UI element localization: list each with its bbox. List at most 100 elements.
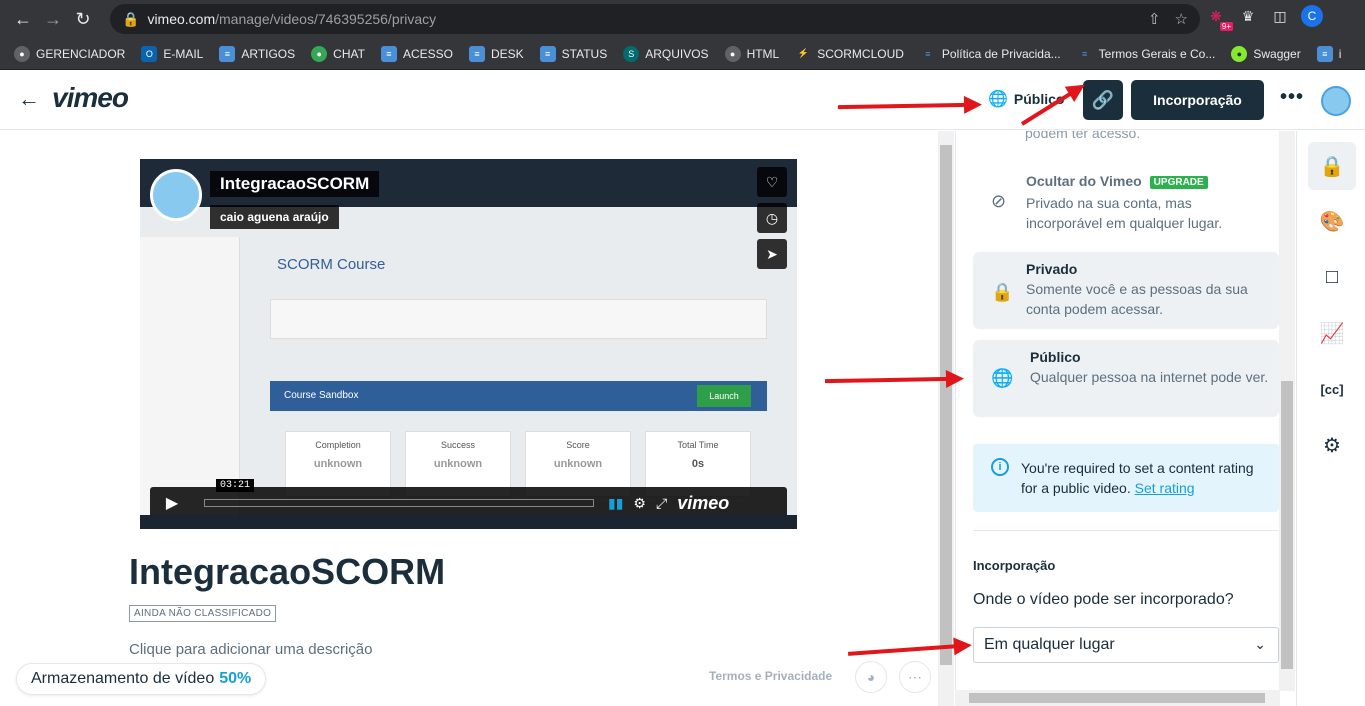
bookmark-item[interactable]: ⚡ SCORMCLOUD <box>795 46 904 62</box>
rail-settings-gear-icon[interactable]: ⚙ <box>1308 421 1356 469</box>
lock-icon: 🔒 <box>122 10 140 27</box>
bookmark-item[interactable]: ≡ i <box>1316 45 1341 62</box>
card-label: Total Time <box>677 440 719 450</box>
main-scrollbar[interactable] <box>938 131 954 706</box>
card-label: Score <box>566 440 590 450</box>
url-path: /manage/videos/746395256/privacy <box>215 11 437 27</box>
bookmark-item[interactable]: ● Swagger <box>1231 45 1301 62</box>
eye-slash-icon: ⊘ <box>991 191 1007 211</box>
globe-icon: 🌐 <box>991 368 1014 388</box>
video-frame-launch: Launch <box>697 385 751 407</box>
option-title: Privado <box>1026 261 1078 277</box>
browser-forward-icon[interactable]: → <box>38 4 68 34</box>
card-value: 0s <box>691 458 705 470</box>
more-dots-icon[interactable]: ⋯ <box>899 661 931 693</box>
compass-icon[interactable]: ◕ <box>855 661 887 693</box>
storage-indicator[interactable]: Armazenamento de vídeo 50% <box>16 663 267 695</box>
panel-horizontal-thumb[interactable] <box>969 693 1265 703</box>
extension-badge-icon[interactable]: ❋ 9+ <box>1205 5 1233 31</box>
profile-avatar[interactable]: C <box>1301 5 1323 27</box>
content-rating-notice: i You're required to set a content ratin… <box>973 444 1279 512</box>
user-avatar[interactable] <box>1321 86 1351 116</box>
video-player[interactable]: SCORM Course Course Sandbox Launch Compl… <box>140 159 797 529</box>
volume-icon[interactable]: ▮▮ <box>608 495 623 512</box>
bookmark-item[interactable]: O E-MAIL <box>141 45 204 62</box>
doc-icon: ≡ <box>539 45 556 62</box>
more-options-icon[interactable]: ••• <box>1280 86 1304 109</box>
bookmark-label: Termos Gerais e Co... <box>1098 46 1216 61</box>
bookmark-item[interactable]: ≡ DESK <box>468 45 524 62</box>
privacy-option-public[interactable]: 🌐 Público Qualquer pessoa na internet po… <box>973 340 1279 417</box>
terms-link[interactable]: Termos e Privacidade <box>709 669 832 683</box>
rail-privacy-lock-icon[interactable]: 🔒 <box>1308 142 1356 190</box>
browser-back-icon[interactable]: ← <box>8 4 38 34</box>
sidebar-toggle-icon[interactable]: ◫ <box>1269 5 1291 27</box>
option-title: Público <box>1030 349 1081 365</box>
bookmark-label: STATUS <box>561 46 608 61</box>
lock-icon: 🔒 <box>991 282 1014 302</box>
extension-badge-count: 9+ <box>1219 22 1233 31</box>
bookmark-item[interactable]: ● GERENCIADOR <box>14 45 126 62</box>
bookmark-item[interactable]: ≡ Política de Privacida... <box>920 46 1061 62</box>
set-rating-link[interactable]: Set rating <box>1135 480 1195 496</box>
bookmark-item[interactable]: ≡ ACESSO <box>380 45 453 62</box>
main-scrollbar-thumb[interactable] <box>940 145 952 665</box>
puzzle-icon[interactable]: ♛ <box>1237 5 1259 27</box>
doc-icon: ≡ <box>380 45 397 62</box>
rail-captions-icon[interactable]: [cc] <box>1308 365 1356 413</box>
embed-question: Onde o vídeo pode ser incorporado? <box>973 591 1234 608</box>
globe-icon: ● <box>724 45 741 62</box>
bookmark-item[interactable]: ≡ ARTIGOS <box>219 45 296 62</box>
bookmarks-bar: ● GERENCIADOR O E-MAIL ≡ ARTIGOS ● CHAT ≡ ACE… <box>0 38 1365 70</box>
player-author[interactable]: caio aguena araújo <box>210 205 339 229</box>
bookmark-label: E-MAIL <box>163 46 204 61</box>
option-title: Ocultar do Vimeo UPGRADE <box>1026 173 1208 189</box>
bookmark-label: GERENCIADOR <box>36 46 126 61</box>
address-bar[interactable]: 🔒 vimeo.com/manage/videos/746395256/priv… <box>110 4 1200 34</box>
embed-location-select[interactable]: Em qualquer lugar ⌄ <box>973 627 1279 663</box>
bookmark-item[interactable]: ≡ Termos Gerais e Co... <box>1077 46 1216 62</box>
embed-section-label: Incorporação <box>973 558 1056 573</box>
panel-scrollbar-thumb[interactable] <box>1281 381 1293 669</box>
video-title[interactable]: IntegracaoSCORM <box>129 551 445 593</box>
send-icon[interactable]: ➤ <box>757 239 787 269</box>
card-value: unknown <box>433 458 483 470</box>
bookmark-item[interactable]: ● HTML <box>724 45 780 62</box>
privacy-option-hide[interactable]: ⊘ Ocultar do Vimeo UPGRADE Privado na sua… <box>973 163 1279 233</box>
upgrade-badge[interactable]: UPGRADE <box>1149 176 1208 189</box>
bookmark-item[interactable]: ● CHAT <box>311 45 365 62</box>
embed-button[interactable]: Incorporação <box>1131 80 1264 120</box>
fullscreen-icon[interactable]: ⤢ <box>656 495 667 512</box>
privacy-option-private[interactable]: 🔒 Privado Somente você e as pessoas da s… <box>973 252 1279 329</box>
description-placeholder[interactable]: Clique para adicionar uma descrição <box>129 641 372 658</box>
rail-palette-icon[interactable]: 🎨 <box>1308 197 1356 245</box>
settings-gear-icon[interactable]: ⚙ <box>633 495 646 512</box>
player-author-avatar[interactable] <box>150 169 202 221</box>
rating-badge[interactable]: AINDA NÃO CLASSIFICADO <box>129 605 277 622</box>
bookmark-label: HTML <box>746 46 780 61</box>
vimeo-logo[interactable]: vimeo <box>52 82 129 114</box>
share-icon[interactable]: ⇧ <box>1148 10 1161 28</box>
option-title-text: Ocultar do Vimeo <box>1026 173 1142 189</box>
player-progress-bar[interactable] <box>204 499 594 507</box>
player-vimeo-logo[interactable]: vimeo <box>677 493 729 514</box>
copy-link-button[interactable]: 🔗 <box>1083 80 1123 120</box>
bookmark-item[interactable]: S ARQUIVOS <box>623 45 709 62</box>
heart-icon[interactable]: ♡ <box>757 167 787 197</box>
video-frame-sandbox-label: Course Sandbox <box>284 390 359 401</box>
back-arrow-icon[interactable]: ← <box>18 86 40 112</box>
bookmark-label: Política de Privacida... <box>941 46 1061 61</box>
clock-icon[interactable]: ◷ <box>757 203 787 233</box>
panel-scrollbar[interactable] <box>1279 131 1295 691</box>
rail-analytics-icon[interactable]: 📈 <box>1308 309 1356 357</box>
storage-percent: 50% <box>219 670 252 687</box>
panel-horizontal-scrollbar[interactable] <box>955 690 1280 706</box>
rail-comment-icon[interactable]: □ <box>1308 253 1356 301</box>
storage-label: Armazenamento de vídeo <box>31 670 215 687</box>
bookmark-star-icon[interactable]: ☆ <box>1175 10 1188 28</box>
bookmark-label: ARTIGOS <box>241 46 296 61</box>
card-value: unknown <box>553 458 603 470</box>
browser-reload-icon[interactable]: ↻ <box>68 4 98 34</box>
bookmark-item[interactable]: ≡ STATUS <box>539 45 608 62</box>
player-title[interactable]: IntegracaoSCORM <box>210 171 380 197</box>
